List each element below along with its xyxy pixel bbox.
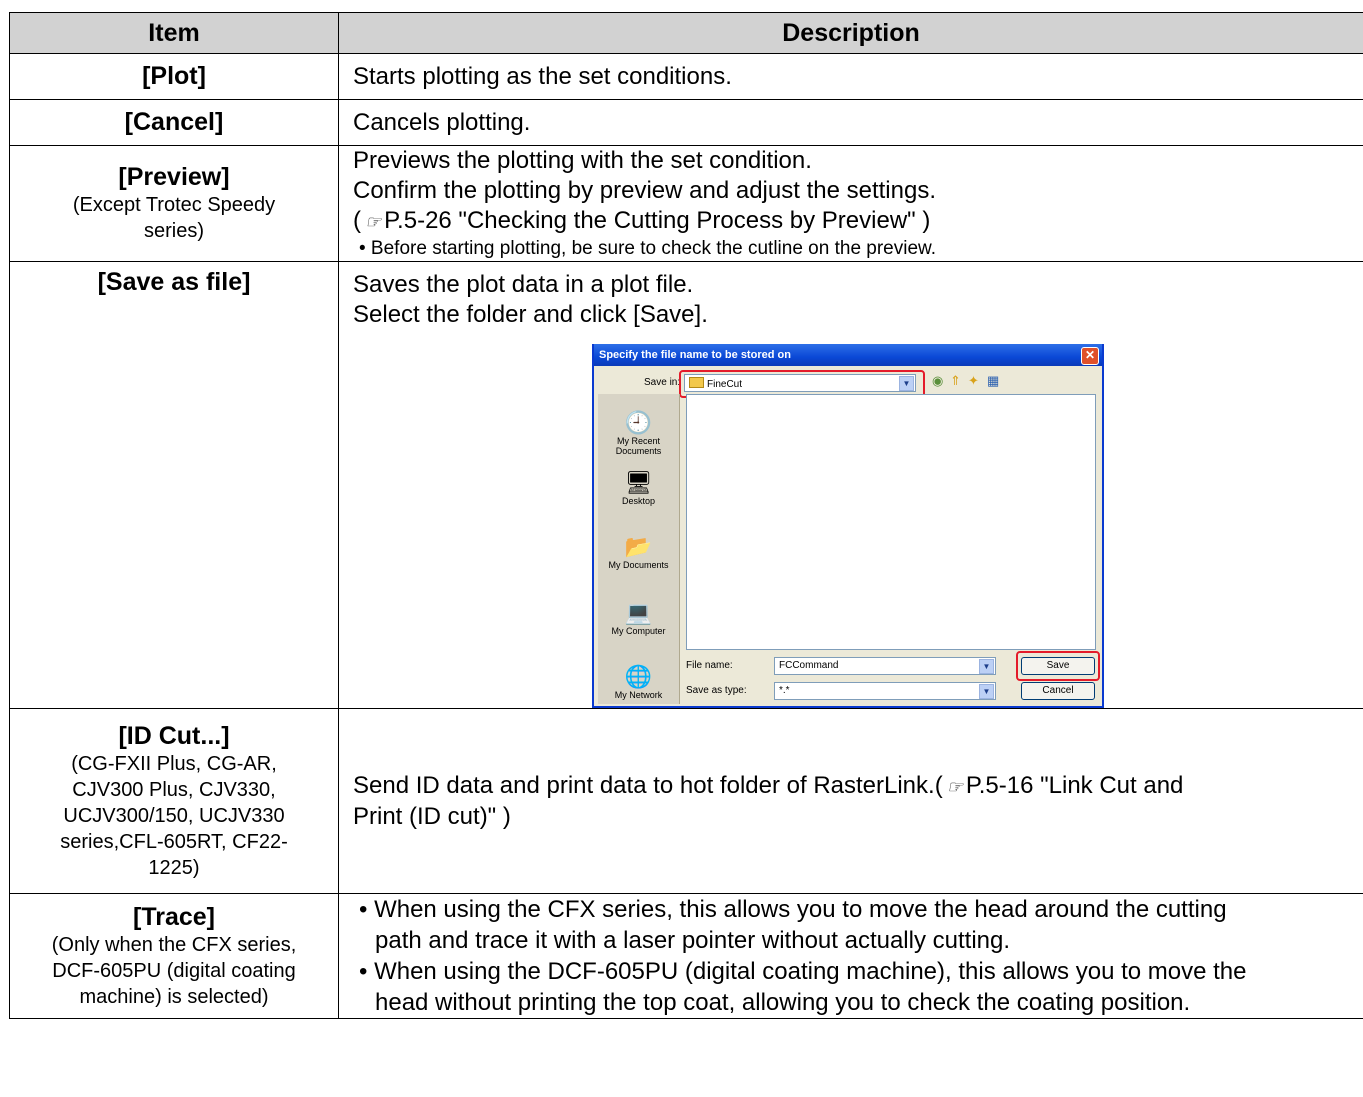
preview-note: • Before starting plotting, be sure to c… <box>359 238 936 259</box>
place-documents[interactable]: 📂 My Documents <box>598 534 679 570</box>
view-menu-icon[interactable]: ▦ <box>987 374 999 387</box>
item-trace-note: machine) is selected) <box>79 985 269 1008</box>
reference-line: (☞ P.5-26 "Checking the Cutting Process b… <box>353 206 1363 237</box>
item-preview: [Preview] <box>118 163 230 191</box>
item-cell: [Cancel] <box>9 99 339 146</box>
file-list[interactable] <box>686 394 1096 650</box>
desc-cell: Saves the plot data in a plot file. Sele… <box>338 261 1363 709</box>
save-type-select[interactable]: *.* ▼ <box>774 682 996 700</box>
paren: ( <box>353 207 361 234</box>
highlight-save-button <box>1016 651 1100 681</box>
item-trace: [Trace] <box>133 902 215 931</box>
save-in-label: Save in: <box>644 377 681 388</box>
file-name-label: File name: <box>686 660 733 671</box>
up-folder-icon[interactable]: ⇑ <box>950 374 961 387</box>
bullet-item: • When using the CFX series, this allows… <box>359 896 1227 954</box>
place-recent[interactable]: 🕘 My Recent Documents <box>598 410 679 456</box>
file-name-value: FCCommand <box>779 660 839 671</box>
item-cell: [Plot] <box>9 53 339 100</box>
item-cell: [Preview] (Except Trotec Speedy series) <box>9 145 339 262</box>
reference-hand-icon: ☞ <box>365 212 382 232</box>
save-dialog: Specify the file name to be stored on ✕ … <box>592 344 1104 708</box>
places-bar: 🕘 My Recent Documents 🖥 Desktop 📂 My Docume… <box>598 394 680 704</box>
item-trace-note: (Only when the CFX series, <box>51 933 297 956</box>
item-id-cut-note: CJV300 Plus, CJV330, <box>72 778 276 801</box>
item-preview-note: series) <box>143 220 204 242</box>
item-id-cut-note: (CG-FXII Plus, CG-AR, <box>71 752 277 775</box>
item-id-cut: [ID Cut...] <box>118 721 230 750</box>
item-cancel: [Cancel] <box>124 108 224 136</box>
desc-plot: Starts plotting as the set conditions. <box>338 53 1363 100</box>
place-desktop[interactable]: 🖥 Desktop <box>598 470 679 506</box>
save-type-label: Save as type: <box>686 685 747 696</box>
network-icon: 🌐 <box>624 664 653 689</box>
table-row: [ID Cut...] (CG-FXII Plus, CG-AR, CJV300… <box>9 708 1363 894</box>
bullet-item: • When using the DCF-605PU (digital coat… <box>359 958 1247 1016</box>
dialog-title: Specify the file name to be stored on <box>594 344 1102 366</box>
recent-documents-icon: 🕘 <box>624 410 653 435</box>
computer-icon: 💻 <box>624 600 653 625</box>
table-row: [Trace] (Only when the CFX series, DCF-6… <box>9 893 1363 1019</box>
item-plot: [Plot] <box>142 62 206 90</box>
desc-line: Send ID data and print data to hot folde… <box>353 771 1184 799</box>
cancel-button[interactable]: Cancel <box>1021 682 1095 700</box>
desc-cell: • When using the CFX series, this allows… <box>338 893 1363 1019</box>
item-cell: [ID Cut...] (CG-FXII Plus, CG-AR, CJV300… <box>9 708 339 894</box>
item-preview-note: (Except Trotec Speedy <box>72 194 276 216</box>
desc-line: Print (ID cut)" ) <box>353 802 511 830</box>
desc-line: Confirm the plotting by preview and adju… <box>353 177 936 204</box>
item-id-cut-note: UCJV300/150, UCJV330 <box>63 804 285 827</box>
save-type-value: *.* <box>779 685 790 696</box>
reference-link[interactable]: P.5-26 "Checking the Cutting Process by … <box>384 207 930 234</box>
table-row: [Preview] (Except Trotec Speedy series) … <box>9 145 1363 262</box>
place-computer[interactable]: 💻 My Computer <box>598 600 679 636</box>
desktop-icon: 🖥 <box>624 470 653 495</box>
desc-line: Previews the plotting with the set condi… <box>353 147 812 174</box>
item-cell: [Trace] (Only when the CFX series, DCF-6… <box>9 893 339 1019</box>
desc-cancel: Cancels plotting. <box>338 99 1363 146</box>
description-table: Item Description [Plot] Starts plotting … <box>9 12 1363 1019</box>
item-trace-note: DCF-605PU (digital coating <box>52 959 296 982</box>
desc-cell: Send ID data and print data to hot folde… <box>338 708 1363 894</box>
header-item: Item <box>9 12 339 54</box>
table-header-row: Item Description <box>9 12 1363 54</box>
header-description: Description <box>338 12 1363 54</box>
item-id-cut-note: 1225) <box>148 856 200 879</box>
back-icon[interactable]: ◉ <box>932 374 943 387</box>
item-save-as-file: [Save as file] <box>97 268 251 296</box>
place-network[interactable]: 🌐 My Network <box>598 664 679 700</box>
reference-link[interactable]: P.5-16 "Link Cut and <box>966 772 1184 799</box>
file-name-input[interactable]: FCCommand ▼ <box>774 657 996 675</box>
chevron-down-icon: ▼ <box>979 659 994 674</box>
table-row: [Cancel] Cancels plotting. <box>9 99 1363 146</box>
desc-line: Saves the plot data in a plot file. <box>353 271 694 298</box>
table-row: [Save as file] Saves the plot data in a … <box>9 261 1363 709</box>
documents-folder-icon: 📂 <box>624 534 653 559</box>
close-icon[interactable]: ✕ <box>1081 347 1099 365</box>
desc-cell: Previews the plotting with the set condi… <box>338 145 1363 262</box>
desc-line: Select the folder and click [Save]. <box>353 301 708 328</box>
new-folder-icon[interactable]: ✦ <box>968 374 979 387</box>
reference-hand-icon: ☞ <box>946 776 963 797</box>
item-id-cut-note: series,CFL-605RT, CF22- <box>60 830 288 853</box>
item-cell: [Save as file] <box>9 261 339 709</box>
chevron-down-icon: ▼ <box>979 684 994 699</box>
table-row: [Plot] Starts plotting as the set condit… <box>9 53 1363 100</box>
